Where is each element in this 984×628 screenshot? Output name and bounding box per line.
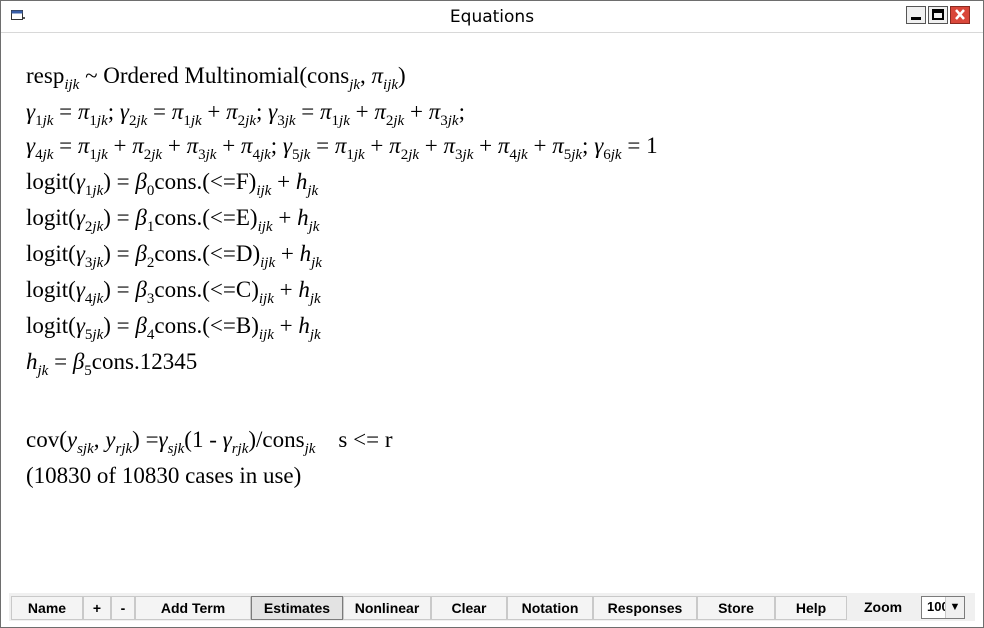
responses-button[interactable]: Responses <box>593 596 697 620</box>
add-button[interactable]: + <box>83 596 111 620</box>
covariance-line: cov(ysjk, yrjk) =γsjk(1 - γrjk)/consjk s… <box>26 427 393 457</box>
window-title: Equations <box>449 7 535 27</box>
title-bar[interactable]: Equations <box>1 1 983 33</box>
equation-line: logit(γ5jk) = β4cons.(<=B)ijk + hjk <box>26 313 321 343</box>
notation-button[interactable]: Notation <box>507 596 593 620</box>
nonlinear-button[interactable]: Nonlinear <box>343 596 431 620</box>
zoom-select[interactable]: 100 ▼ <box>921 596 965 619</box>
clear-button[interactable]: Clear <box>431 596 507 620</box>
zoom-label: Zoom <box>864 599 903 615</box>
close-icon <box>955 9 965 20</box>
add-term-button[interactable]: Add Term <box>135 596 251 620</box>
name-button[interactable]: Name <box>11 596 83 620</box>
equations-window: Equations respijk ~ Ordered Multinomial(… <box>0 0 984 628</box>
estimates-button[interactable]: Estimates <box>251 596 343 620</box>
equation-line: logit(γ2jk) = β1cons.(<=E)ijk + hjk <box>26 205 320 235</box>
minimize-button[interactable] <box>906 6 926 24</box>
maximize-button[interactable] <box>928 6 948 24</box>
chevron-down-icon[interactable]: ▼ <box>945 597 964 618</box>
equation-line: logit(γ4jk) = β3cons.(<=C)ijk + hjk <box>26 277 321 307</box>
store-button[interactable]: Store <box>697 596 775 620</box>
equation-line: γ4jk = π1jk + π2jk + π3jk + π4jk; γ5jk =… <box>26 133 658 163</box>
cases-status-line: (10830 of 10830 cases in use) <box>26 463 302 488</box>
help-button[interactable]: Help <box>775 596 847 620</box>
equations-display[interactable]: respijk ~ Ordered Multinomial(consjk, πi… <box>1 33 983 593</box>
maximize-icon <box>932 9 944 20</box>
close-button[interactable] <box>950 6 970 24</box>
equation-line: logit(γ1jk) = β0cons.(<=F)ijk + hjk <box>26 169 319 199</box>
equation-line: hjk = β5cons.12345 <box>26 349 198 379</box>
minimize-icon <box>911 17 921 20</box>
remove-button[interactable]: - <box>111 596 135 620</box>
equations-toolbar: Name + - Add Term Estimates Nonlinear Cl… <box>9 593 975 621</box>
equation-line: respijk ~ Ordered Multinomial(consjk, πi… <box>26 63 406 93</box>
equation-line: logit(γ3jk) = β2cons.(<=D)ijk + hjk <box>26 241 322 271</box>
equation-line: γ1jk = π1jk; γ2jk = π1jk + π2jk; γ3jk = … <box>26 99 465 129</box>
